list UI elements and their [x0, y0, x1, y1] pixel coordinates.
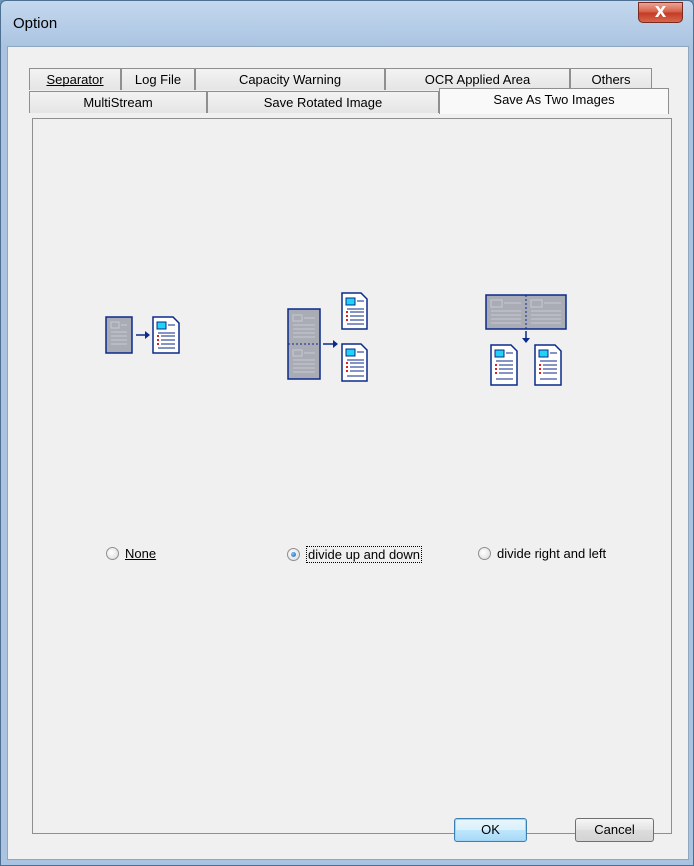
radio-divide-right-and-left-button[interactable]	[478, 547, 491, 560]
option-dialog: Option X Separator Log File Capacity War…	[0, 0, 694, 866]
tab-ocr-applied-area[interactable]: OCR Applied Area	[385, 68, 570, 90]
tab-log-file[interactable]: Log File	[121, 68, 195, 90]
radio-divide-right-and-left-label: divide right and left	[497, 546, 607, 561]
radio-divide-right-and-left[interactable]: divide right and left	[478, 546, 606, 561]
tab-log-file-label: Log File	[134, 72, 182, 87]
radio-none-label: None	[125, 546, 157, 561]
title-bar[interactable]: Option X	[1, 1, 693, 46]
radio-none-button[interactable]	[106, 547, 119, 560]
dialog-body: Separator Log File Capacity Warning OCR …	[7, 46, 689, 860]
split-vertical-icon	[287, 292, 368, 382]
tab-separator-label: Separator	[46, 72, 104, 87]
single-page-to-single-page-icon	[105, 316, 180, 354]
tab-capacity-warning-label: Capacity Warning	[238, 72, 342, 87]
radio-divide-up-and-down-button[interactable]	[287, 548, 300, 561]
window-title: Option	[13, 15, 58, 32]
tab-save-as-two-images-label: Save As Two Images	[493, 92, 615, 107]
tab-separator[interactable]: Separator	[29, 68, 121, 90]
tab-row-back: Separator Log File Capacity Warning OCR …	[29, 68, 669, 90]
tab-multistream[interactable]: MultiStream	[29, 91, 207, 113]
radio-none[interactable]: None	[106, 546, 156, 561]
tab-save-rotated-image-label: Save Rotated Image	[263, 95, 383, 110]
tab-multistream-label: MultiStream	[83, 95, 153, 110]
radio-divide-up-and-down[interactable]: divide up and down	[287, 546, 423, 563]
tab-page-save-as-two-images: None divide up and down divide right and…	[32, 118, 672, 834]
tab-ocr-applied-area-label: OCR Applied Area	[424, 72, 531, 87]
tab-others-label: Others	[591, 72, 631, 87]
tab-save-rotated-image[interactable]: Save Rotated Image	[207, 91, 439, 113]
cancel-button[interactable]: Cancel	[575, 818, 654, 842]
tab-others[interactable]: Others	[570, 68, 652, 90]
ok-button[interactable]: OK	[454, 818, 527, 842]
split-horizontal-icon	[485, 294, 567, 386]
close-icon: X	[654, 3, 667, 21]
tab-save-as-two-images[interactable]: Save As Two Images	[439, 88, 669, 114]
close-button[interactable]: X	[638, 2, 683, 23]
tab-capacity-warning[interactable]: Capacity Warning	[195, 68, 385, 90]
tab-row-front: MultiStream Save Rotated Image Save As T…	[29, 88, 669, 114]
radio-divide-up-and-down-label: divide up and down	[306, 546, 423, 563]
